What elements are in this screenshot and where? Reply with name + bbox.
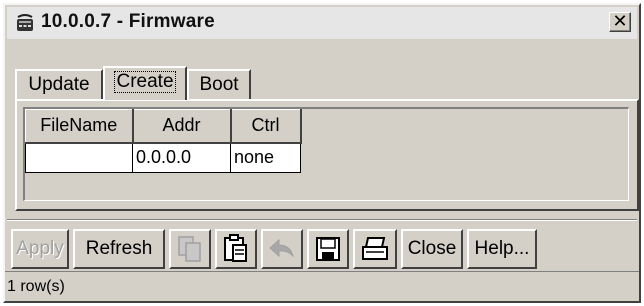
column-header-addr[interactable]: Addr [132,109,232,144]
close-icon: ✕ [612,11,628,32]
title-bar[interactable]: 10.0.0.7 - Firmware ✕ [7,7,637,39]
button-toolbar: Apply Refresh Close Help... [5,219,639,269]
copy-icon [178,236,201,262]
help-button-label: Help... [474,238,530,259]
refresh-button-label: Refresh [85,238,153,259]
tab-create[interactable]: Create [103,66,187,100]
table-row: 0.0.0.0 none [25,142,301,173]
copy-button[interactable] [169,229,211,269]
status-bar: 1 row(s) [5,271,639,302]
print-button[interactable] [353,229,397,269]
floppy-disk-icon [316,237,340,261]
tab-panel: FileName Addr Ctrl 0.0.0.0 none [15,99,639,211]
refresh-button[interactable]: Refresh [73,229,165,269]
paste-button[interactable] [215,229,257,269]
paste-icon [224,234,247,262]
apply-button[interactable]: Apply [11,229,69,269]
tab-update-label: Update [28,74,90,95]
table-header-row: FileName Addr Ctrl [25,109,302,144]
router-device-icon [17,14,33,31]
window-title: 10.0.0.7 - Firmware [41,11,215,32]
cell-filename[interactable] [25,142,133,173]
close-button[interactable]: Close [401,229,463,269]
tab-boot[interactable]: Boot [187,69,251,99]
firmware-window: 10.0.0.7 - Firmware ✕ Update Create Boot… [3,3,641,303]
toolbar-divider [7,219,637,221]
cell-addr[interactable]: 0.0.0.0 [132,142,231,173]
column-header-ctrl[interactable]: Ctrl [230,109,302,144]
undo-arrow-icon [269,238,294,258]
tab-boot-label: Boot [199,74,239,95]
close-window-button[interactable]: ✕ [609,12,631,32]
close-button-label: Close [407,238,457,259]
column-header-filename[interactable]: FileName [25,109,134,144]
apply-button-label: Apply [16,238,64,259]
undo-button[interactable] [261,229,303,269]
cell-ctrl[interactable]: none [230,142,301,173]
tab-update[interactable]: Update [15,69,103,99]
help-button[interactable]: Help... [467,229,537,269]
save-button[interactable] [307,229,349,269]
grid-area[interactable]: FileName Addr Ctrl 0.0.0.0 none [23,107,629,201]
row-count-status: 1 row(s) [7,278,65,295]
firmware-table: FileName Addr Ctrl 0.0.0.0 none [25,109,302,173]
tab-create-label: Create [114,71,176,93]
printer-icon [362,237,388,260]
